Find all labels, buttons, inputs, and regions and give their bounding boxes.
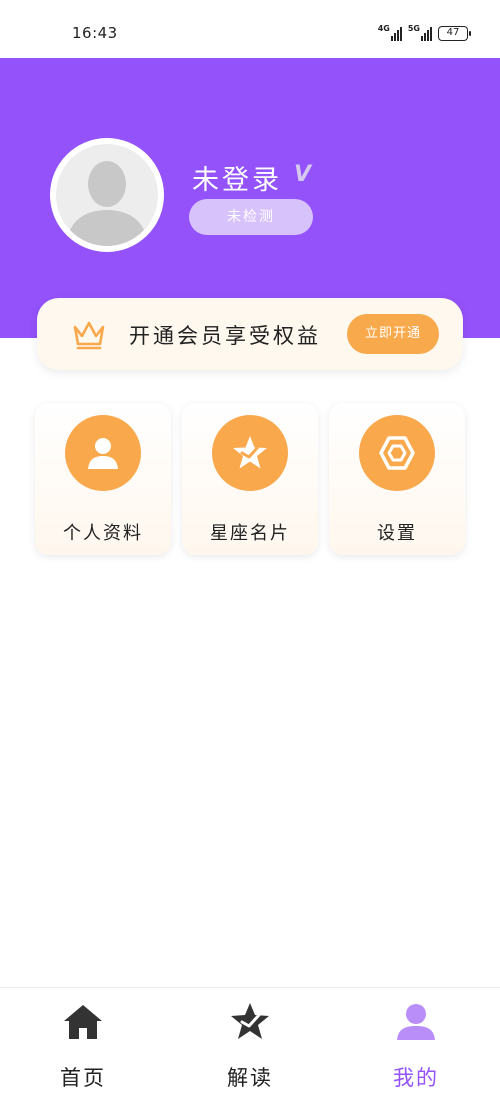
nav-interpret[interactable]: 解读 [190, 988, 310, 1111]
battery-icon: 47 [438, 25, 471, 41]
profile-header: 未登录 V 未检测 [0, 58, 500, 338]
signal-5g-icon: 5G [408, 25, 432, 41]
feature-label: 个人资料 [63, 523, 143, 544]
hexagon-settings-icon [359, 415, 435, 491]
nav-label-home: 首页 [60, 1066, 106, 1090]
status-pill[interactable]: 未检测 [189, 199, 313, 235]
status-indicators: 4G 5G 47 [378, 24, 471, 42]
nav-label-mine: 我的 [393, 1066, 439, 1090]
star-icon [231, 1003, 269, 1039]
feature-star-card[interactable]: 星座名片 [182, 403, 318, 555]
status-bar: 16:43 4G 5G 47 [0, 0, 500, 58]
network-label-5g: 5G [407, 24, 420, 33]
status-time: 16:43 [72, 24, 118, 42]
nav-mine[interactable]: 我的 [356, 988, 476, 1111]
user-icon [65, 415, 141, 491]
network-label-4g: 4G [377, 24, 390, 33]
signal-4g-icon: 4G [378, 25, 402, 41]
feature-profile[interactable]: 个人资料 [35, 403, 171, 555]
nav-label-interpret: 解读 [227, 1066, 273, 1090]
feature-label: 设置 [377, 523, 417, 544]
vip-v-badge-icon: V [294, 162, 312, 187]
nav-home[interactable]: 首页 [23, 988, 143, 1111]
crown-icon [73, 321, 105, 350]
feature-settings[interactable]: 设置 [329, 403, 465, 555]
open-vip-button[interactable]: 立即开通 [347, 314, 439, 354]
feature-label: 星座名片 [210, 523, 290, 544]
vip-card[interactable]: 开通会员享受权益 立即开通 [37, 298, 463, 370]
username[interactable]: 未登录 [192, 158, 282, 197]
avatar[interactable] [50, 138, 164, 252]
vip-promo-text: 开通会员享受权益 [129, 324, 321, 348]
home-icon [64, 1005, 102, 1039]
star-icon [212, 415, 288, 491]
user-icon [397, 1004, 435, 1040]
default-avatar-icon [56, 144, 158, 246]
bottom-nav: 首页 解读 我的 [0, 987, 500, 1111]
